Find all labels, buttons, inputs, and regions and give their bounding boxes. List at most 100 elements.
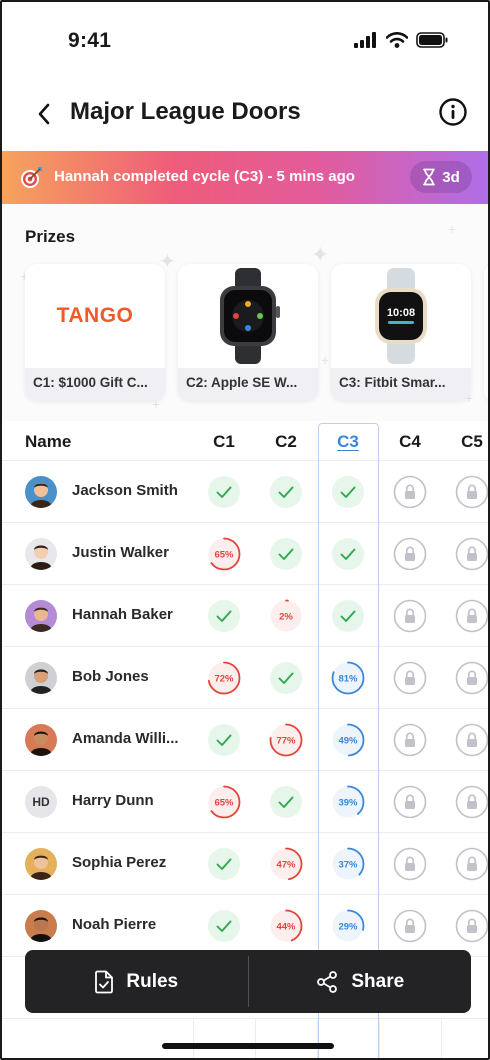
column-header-c4[interactable]: C4 [379,432,441,452]
footer-action-bar: Rules Share [25,950,471,1013]
locked-cell [379,585,441,647]
app-screen: 9:41 Major League Doors Hannah completed… [0,0,490,1060]
locked-cell [441,585,488,647]
table-row[interactable]: Bob Jones 72% 81% [2,647,488,709]
completed-cell [255,771,317,833]
progress-percent: 77% [276,736,296,747]
progress-percent: 37% [338,860,358,871]
table-row[interactable]: Justin Walker 65% [2,523,488,585]
checkmark-icon [270,476,302,508]
table-row[interactable]: Sophia Perez 47% 37% [2,833,488,895]
table-row[interactable]: HD Harry Dunn 65% 39% [2,771,488,833]
share-label: Share [351,970,405,992]
avatar [25,538,57,570]
lock-icon [393,661,427,695]
progress-percent: 39% [338,798,358,809]
progress-ring: 2% [269,599,303,633]
lock-icon [455,475,488,509]
progress-cell: 77% [255,709,317,771]
progress-cell: 65% [193,523,255,585]
column-header-c2[interactable]: C2 [255,432,317,452]
progress-percent: 81% [338,674,358,685]
locked-cell [379,833,441,895]
rules-label: Rules [126,970,179,992]
lock-icon [393,537,427,571]
progress-percent: 47% [276,860,296,871]
completed-cell [255,461,317,523]
checkmark-icon [332,476,364,508]
progress-cell: 2% [255,585,317,647]
completed-cell [317,523,379,585]
player-name: Sophia Perez [72,854,167,871]
column-header-c3[interactable]: C3 [317,432,379,452]
progress-ring: 37% [331,847,365,881]
locked-cell [441,709,488,771]
prize-card-c3[interactable]: 10:08 C3: Fitbit Smar... [331,264,471,401]
banner-message: Hannah completed cycle (C3) - 5 mins ago [54,168,355,185]
progress-cell: 37% [317,833,379,895]
lock-icon [393,785,427,819]
locked-cell [379,461,441,523]
table-row[interactable]: Amanda Willi... 77% 49% [2,709,488,771]
lock-icon [393,847,427,881]
cellular-signal-icon [354,32,376,48]
prize-card-partial[interactable] [484,264,488,401]
prize-card-c2[interactable]: C2: Apple SE W... [178,264,318,401]
completed-cell [193,833,255,895]
progress-cell: 29% [317,895,379,957]
table-row[interactable]: Hannah Baker 2% [2,585,488,647]
progress-ring: 72% [207,661,241,695]
prize-label: C2: Apple SE W... [178,368,318,401]
prize-card-c1[interactable]: TANGO C1: $1000 Gift C... [25,264,165,401]
fitbit-watch-icon: 10:08 [375,268,427,364]
progress-cell: 47% [255,833,317,895]
timer-text: 3d [442,168,460,186]
avatar [25,662,57,694]
progress-percent: 65% [214,550,234,561]
progress-cell: 49% [317,709,379,771]
progress-ring: 65% [207,785,241,819]
info-button[interactable] [438,97,468,127]
locked-cell [379,523,441,585]
column-header-name: Name [25,432,72,451]
header: Major League Doors [2,80,488,150]
completed-cell [255,647,317,709]
checkmark-icon [208,910,240,942]
avatar [25,848,57,880]
table-row[interactable]: Jackson Smith [2,461,488,523]
prize-label: C3: Fitbit Smar... [331,368,471,401]
lock-icon [393,599,427,633]
locked-cell [441,833,488,895]
checkmark-icon [208,476,240,508]
checkmark-icon [208,848,240,880]
rules-button[interactable]: Rules [25,950,248,1013]
prize-image: TANGO [25,264,165,368]
lock-icon [393,475,427,509]
checkmark-icon [332,600,364,632]
target-icon [21,167,42,188]
battery-icon [416,32,448,48]
back-button[interactable] [30,96,58,132]
column-header-c5[interactable]: C5 [441,432,488,452]
status-icons [354,32,448,48]
progress-percent: 29% [338,922,358,933]
table-row[interactable]: Noah Pierre 44% 29% [2,895,488,957]
progress-percent: 72% [214,674,234,685]
progress-ring: 44% [269,909,303,943]
lock-icon [455,723,488,757]
progress-cell: 81% [317,647,379,709]
locked-cell [441,771,488,833]
progress-percent: 49% [338,736,358,747]
prize-image [178,264,318,368]
avatar [25,600,57,632]
prize-image: 10:08 [331,264,471,368]
progress-ring: 77% [269,723,303,757]
progress-cell: 65% [193,771,255,833]
avatar [25,724,57,756]
time-remaining-badge: 3d [410,161,472,193]
share-button[interactable]: Share [249,950,472,1013]
progress-ring: 39% [331,785,365,819]
column-header-c1[interactable]: C1 [193,432,255,452]
player-name: Justin Walker [72,544,169,561]
avatar [25,476,57,508]
